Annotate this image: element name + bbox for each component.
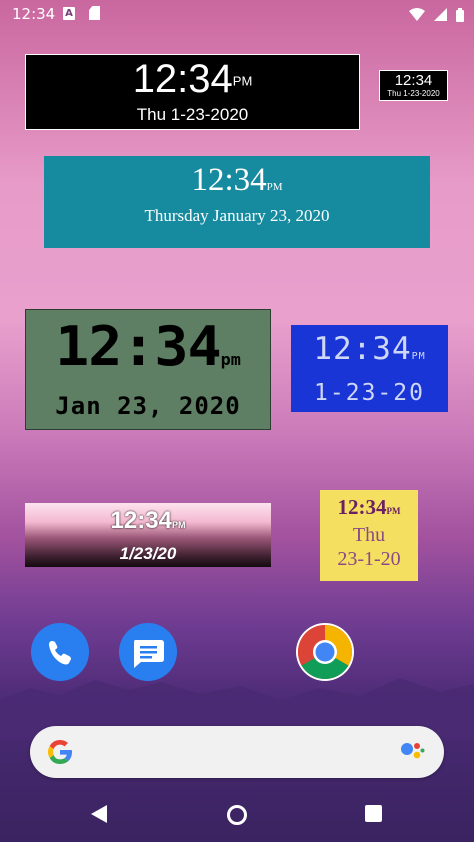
widget-date: Thursday January 23, 2020 <box>144 206 330 225</box>
widget-date: Thu 1-23-2020 <box>136 105 249 125</box>
ampm-label: PM <box>266 181 283 193</box>
time-value: 12:34 <box>55 315 221 378</box>
status-time: 12:34 <box>12 5 56 23</box>
widget-date: 23-1-20 <box>337 548 401 570</box>
system-status-icons <box>405 5 464 23</box>
ampm-label: PM <box>386 506 401 516</box>
battery-icon <box>456 7 464 22</box>
navigation-bar <box>0 790 474 842</box>
google-search-bar[interactable] <box>30 726 444 778</box>
widget-time: 12:34PM <box>44 161 430 206</box>
home-icon[interactable] <box>226 804 248 826</box>
time-value: 12:34 <box>337 495 387 519</box>
time-value: 12:34 <box>191 162 267 198</box>
ampm-label: pm <box>220 350 241 369</box>
recents-icon[interactable] <box>365 805 382 822</box>
sd-card-icon <box>89 6 100 20</box>
google-assistant-icon[interactable] <box>400 740 426 764</box>
signal-icon <box>434 8 448 21</box>
clock-widget-teal[interactable]: 12:34PM Thursday January 23, 2020 <box>44 156 430 248</box>
widget-date: 1/23/20 <box>119 544 177 563</box>
phone-app[interactable] <box>31 623 89 681</box>
clock-widget-black-large[interactable]: 12:34PM Thu 1-23-2020 <box>25 54 360 130</box>
time-value: 12:34 <box>110 507 172 534</box>
clock-widget-yellow[interactable]: 12:34PM Thu 23-1-20 <box>320 490 418 581</box>
widget-time: 12:34PM <box>291 331 448 375</box>
widget-date: 1-23-20 <box>314 380 425 406</box>
clock-widget-gradient[interactable]: 12:34PM 1/23/20 <box>25 503 271 567</box>
messages-icon <box>134 640 164 668</box>
chrome-icon <box>297 625 353 680</box>
widget-time: 12:34PM <box>25 507 271 539</box>
google-g-icon <box>48 740 72 764</box>
widget-time: 12:34 <box>394 72 433 89</box>
ampm-label: PM <box>171 520 186 530</box>
widget-time: 12:34PM <box>320 495 418 523</box>
wifi-icon <box>409 8 426 21</box>
widget-date: Thu 1-23-2020 <box>387 89 440 98</box>
clock-widget-blue-digital[interactable]: 12:34PM 1-23-20 <box>291 325 448 412</box>
widget-date: Jan 23, 2020 <box>55 392 241 420</box>
phone-icon <box>49 641 71 665</box>
widget-time: 12:34pm <box>20 316 276 391</box>
widget-time: 12:34PM <box>26 57 359 103</box>
chrome-app[interactable] <box>296 623 354 681</box>
clock-widget-black-small[interactable]: 12:34 Thu 1-23-2020 <box>379 70 448 101</box>
ampm-label: PM <box>411 351 426 362</box>
time-value: 12:34 <box>313 331 412 367</box>
a-icon: A <box>63 7 75 20</box>
status-bar: 12:34 A <box>0 0 474 28</box>
back-icon[interactable] <box>90 804 108 824</box>
messages-app[interactable] <box>119 623 177 681</box>
time-value: 12:34 <box>132 57 233 101</box>
ampm-label: PM <box>232 73 253 89</box>
clock-widget-lcd-green[interactable]: 12:34pm Jan 23, 2020 <box>25 309 271 430</box>
widget-day: Thu <box>352 524 386 546</box>
